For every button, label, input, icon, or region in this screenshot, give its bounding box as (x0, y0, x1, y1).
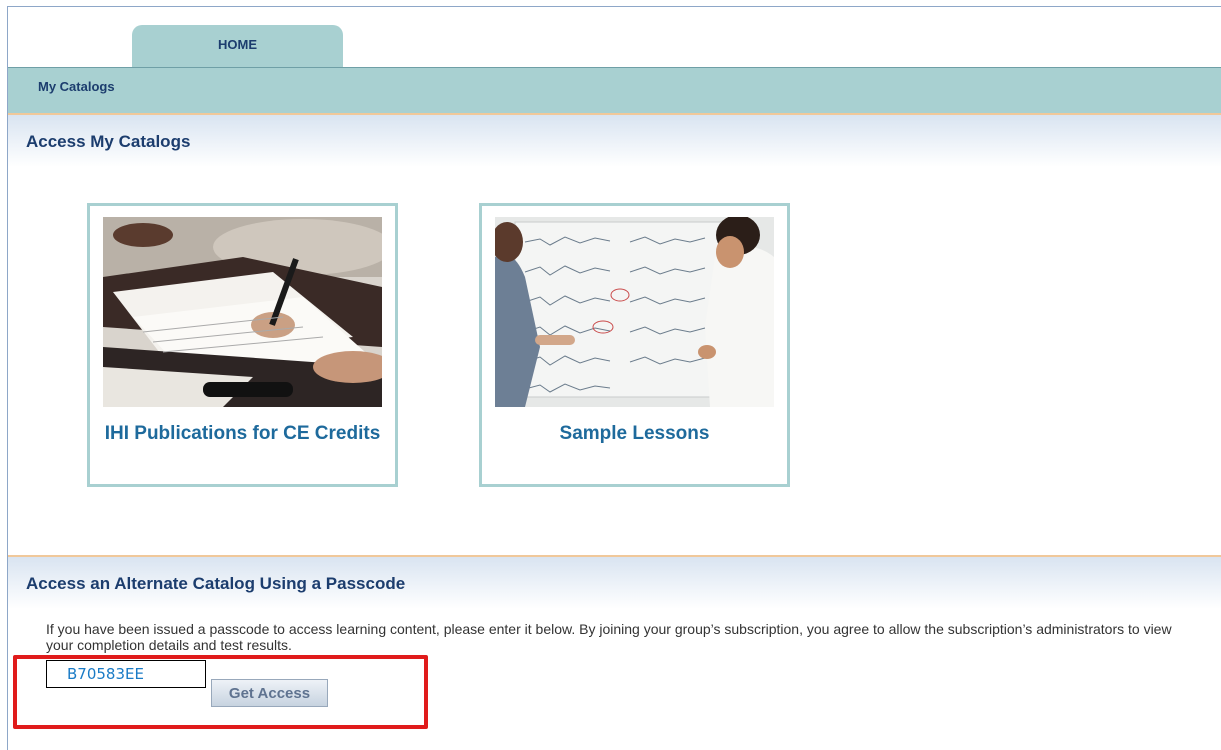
sub-navigation-bar: My Catalogs (8, 67, 1221, 113)
nav-item-my-catalogs[interactable]: My Catalogs (38, 79, 115, 94)
catalog-card-sample-lessons[interactable]: Sample Lessons (479, 203, 790, 487)
section-title: Access My Catalogs (26, 132, 191, 151)
catalog-title[interactable]: Sample Lessons (492, 422, 777, 445)
catalog-title[interactable]: IHI Publications for CE Credits (100, 422, 385, 445)
section-title: Access an Alternate Catalog Using a Pass… (26, 574, 406, 593)
section-header-my-catalogs: Access My Catalogs (8, 115, 1221, 167)
highlight-box (13, 655, 428, 729)
catalog-thumbnail-image (103, 217, 382, 407)
section-header-alternate-catalog: Access an Alternate Catalog Using a Pass… (8, 557, 1221, 609)
passcode-instructions: If you have been issued a passcode to ac… (46, 621, 1172, 653)
tab-home[interactable]: HOME (132, 25, 343, 67)
catalog-card-ihi-publications[interactable]: IHI Publications for CE Credits (87, 203, 398, 487)
catalog-thumbnail-image (495, 217, 774, 407)
